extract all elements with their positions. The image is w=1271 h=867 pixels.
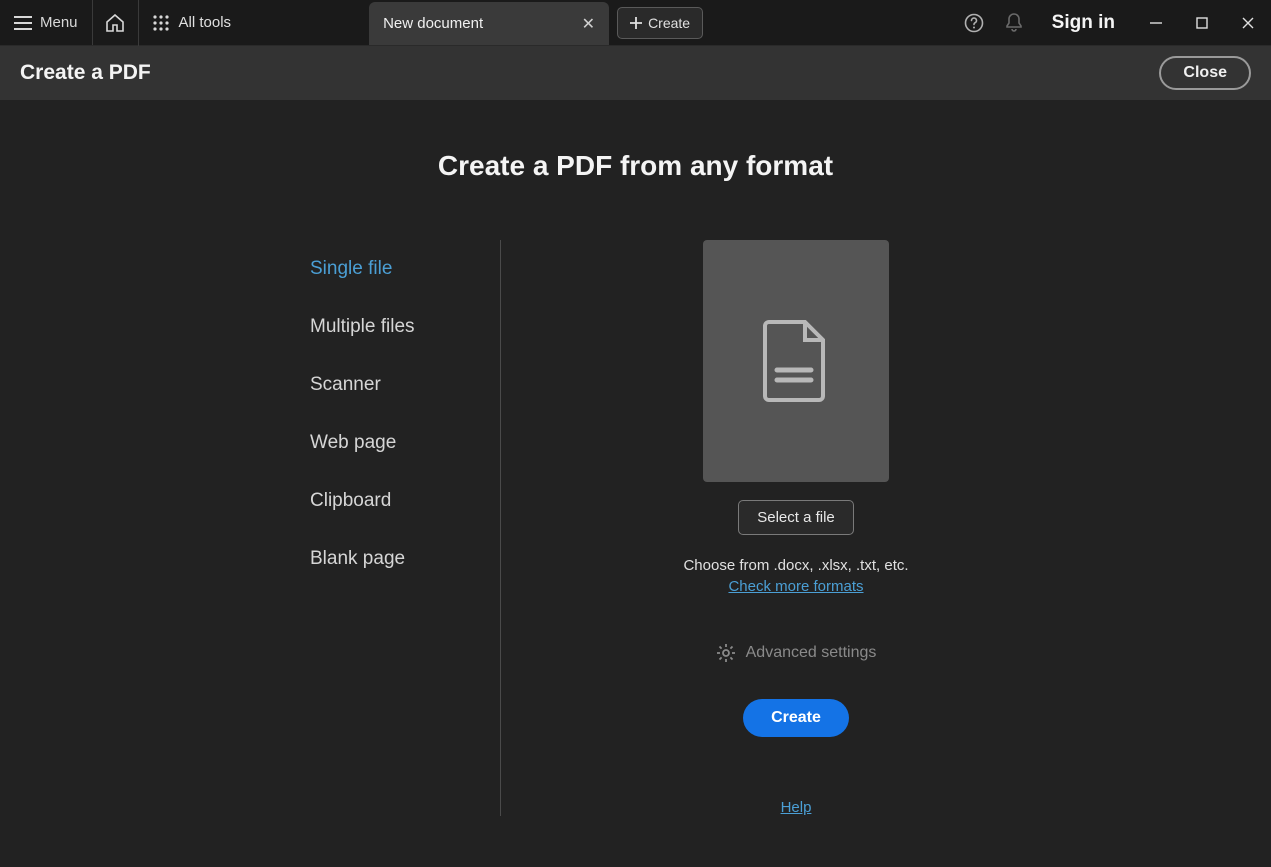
tool-title: Create a PDF <box>20 61 151 85</box>
signin-label: Sign in <box>1052 12 1115 33</box>
source-single-file[interactable]: Single file <box>310 240 450 298</box>
help-icon <box>964 13 984 33</box>
minimize-button[interactable] <box>1133 0 1179 46</box>
grid-icon <box>153 15 169 31</box>
all-tools-label: All tools <box>179 14 232 31</box>
right-panel: Select a file Choose from .docx, .xlsx, … <box>501 240 961 816</box>
maximize-icon <box>1196 17 1208 29</box>
close-window-button[interactable] <box>1225 0 1271 46</box>
menu-button[interactable]: Menu <box>0 0 93 45</box>
more-formats-link[interactable]: Check more formats <box>728 578 863 595</box>
close-tab-icon[interactable]: ✕ <box>582 14 595 34</box>
close-icon <box>1242 17 1254 29</box>
main-content: Create a PDF from any format Single file… <box>0 100 1271 867</box>
menu-label: Menu <box>40 14 78 31</box>
tab-new-document[interactable]: New document ✕ <box>369 2 609 45</box>
maximize-button[interactable] <box>1179 0 1225 46</box>
gear-icon <box>716 643 736 663</box>
source-scanner[interactable]: Scanner <box>310 356 450 414</box>
titlebar-right: Sign in <box>954 0 1271 45</box>
source-clipboard[interactable]: Clipboard <box>310 472 450 530</box>
source-list: Single file Multiple files Scanner Web p… <box>310 240 501 816</box>
create-button[interactable]: Create <box>743 699 849 737</box>
close-tool-button[interactable]: Close <box>1159 56 1251 90</box>
plus-icon <box>630 17 642 29</box>
file-drop-zone[interactable] <box>703 240 889 482</box>
minimize-icon <box>1150 17 1162 29</box>
source-multiple-files[interactable]: Multiple files <box>310 298 450 356</box>
titlebar: Menu All tools New document ✕ <box>0 0 1271 46</box>
notifications-button[interactable] <box>994 0 1034 46</box>
advanced-settings-button[interactable]: Advanced settings <box>716 643 877 663</box>
home-button[interactable] <box>93 0 139 46</box>
create-tab-label: Create <box>648 15 690 31</box>
titlebar-left: Menu All tools <box>0 0 249 45</box>
tab-strip: New document ✕ Create <box>369 0 703 45</box>
signin-button[interactable]: Sign in <box>1034 12 1133 34</box>
source-blank-page[interactable]: Blank page <box>310 530 450 588</box>
all-tools-button[interactable]: All tools <box>139 0 250 45</box>
format-hint: Choose from .docx, .xlsx, .txt, etc. <box>683 557 908 574</box>
tool-header: Create a PDF Close <box>0 46 1271 100</box>
source-web-page[interactable]: Web page <box>310 414 450 472</box>
bell-icon <box>1005 13 1023 33</box>
page-title: Create a PDF from any format <box>438 150 833 182</box>
help-link[interactable]: Help <box>781 799 812 816</box>
home-icon <box>105 14 125 32</box>
create-tab-button[interactable]: Create <box>617 7 703 39</box>
hamburger-icon <box>14 16 32 30</box>
select-file-button[interactable]: Select a file <box>738 500 854 535</box>
document-icon <box>761 318 831 404</box>
tab-label: New document <box>383 15 483 32</box>
help-button[interactable] <box>954 0 994 46</box>
advanced-settings-label: Advanced settings <box>746 644 877 662</box>
